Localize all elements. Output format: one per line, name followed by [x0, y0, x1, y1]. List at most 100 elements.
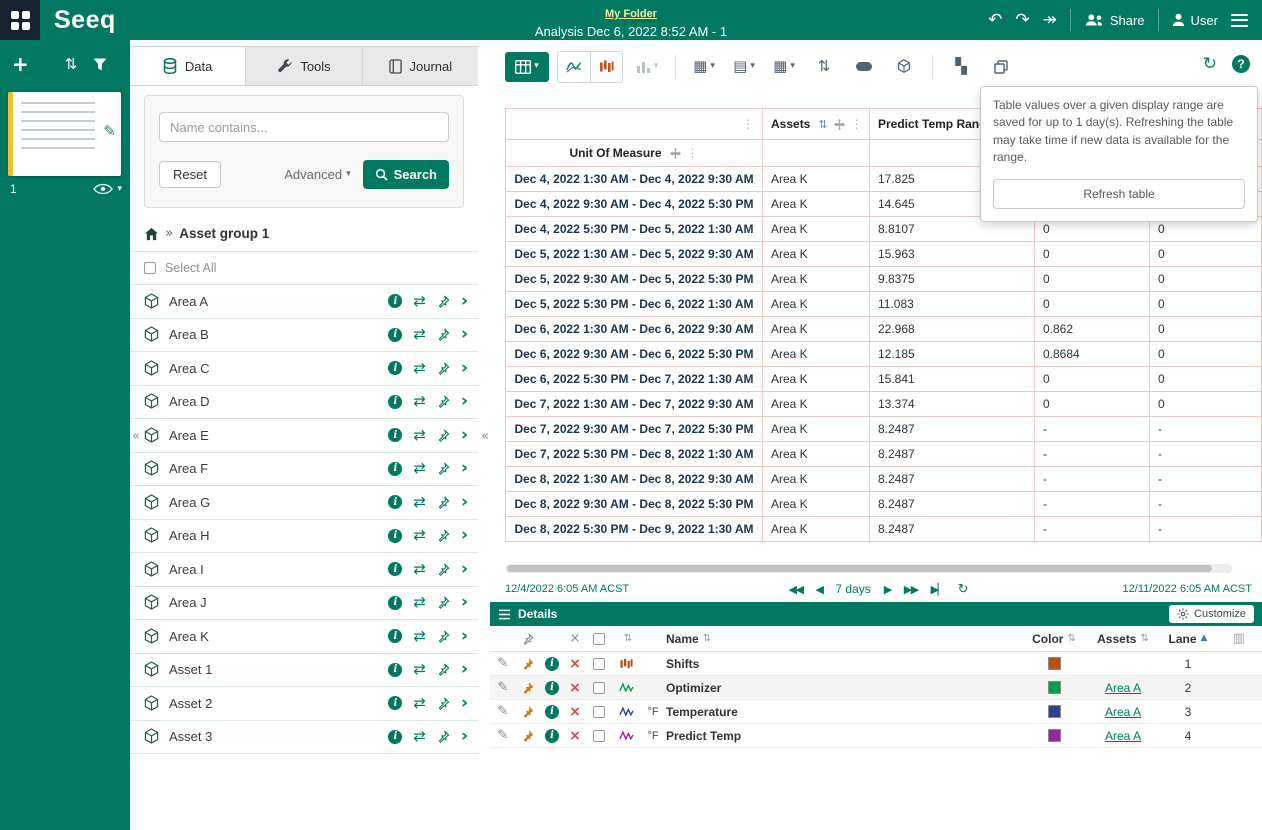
- item-info-icon[interactable]: i: [388, 395, 402, 409]
- range-end-link[interactable]: 12/11/2022 6:05 AM ACST: [1123, 583, 1252, 595]
- color-swatch[interactable]: [1048, 705, 1061, 718]
- column-menu-icon[interactable]: ⋮: [687, 147, 699, 159]
- row-checkbox[interactable]: [593, 706, 605, 718]
- tab-data[interactable]: Data: [130, 47, 246, 85]
- item-info-icon[interactable]: i: [388, 663, 402, 677]
- app-switcher-button[interactable]: [0, 0, 40, 40]
- expand-chevron-icon[interactable]: ›: [461, 695, 468, 712]
- remove-item-icon[interactable]: ×: [569, 657, 581, 671]
- asset-list-item[interactable]: Area B i ⇄ ›: [130, 319, 478, 353]
- header-assets-column[interactable]: Assets ⇅ ⋮: [763, 109, 870, 140]
- search-button[interactable]: Search: [363, 160, 449, 189]
- pin-icon[interactable]: [522, 730, 534, 742]
- duration-label[interactable]: 7 days: [835, 582, 870, 596]
- pin-icon[interactable]: [437, 328, 450, 341]
- item-info-icon[interactable]: i: [388, 629, 402, 643]
- swap-asset-icon[interactable]: ⇄: [413, 595, 426, 610]
- column-menu-icon[interactable]: ⋮: [742, 118, 754, 130]
- swap-asset-icon[interactable]: ⇄: [413, 729, 426, 744]
- swap-asset-icon[interactable]: ⇄: [413, 428, 426, 443]
- swap-asset-icon[interactable]: ⇄: [413, 294, 426, 309]
- asset-list-item[interactable]: Area I i ⇄ ›: [130, 553, 478, 587]
- help-icon[interactable]: ?: [1232, 55, 1250, 73]
- advanced-toggle[interactable]: Advanced ▾: [284, 167, 350, 182]
- pin-icon[interactable]: [437, 295, 450, 308]
- details-row[interactable]: ✎ i ×: [490, 724, 1262, 748]
- pin-icon[interactable]: [437, 563, 450, 576]
- new-worksheet-button[interactable]: +: [12, 54, 29, 74]
- expand-chevron-icon[interactable]: ›: [461, 594, 468, 611]
- table-row[interactable]: Dec 7, 2022 5:30 PM - Dec 8, 2022 1:30 A…: [506, 442, 1262, 467]
- table-row[interactable]: Dec 7, 2022 1:30 AM - Dec 7, 2022 9:30 A…: [506, 392, 1262, 417]
- filter-worksheets-button[interactable]: [93, 58, 107, 71]
- item-info-icon[interactable]: i: [388, 596, 402, 610]
- table-row[interactable]: Dec 8, 2022 5:30 PM - Dec 9, 2022 1:30 A…: [506, 517, 1262, 542]
- expand-chevron-icon[interactable]: ›: [461, 393, 468, 410]
- table-row[interactable]: Dec 7, 2022 9:30 AM - Dec 7, 2022 5:30 P…: [506, 417, 1262, 442]
- item-info-icon[interactable]: i: [388, 696, 402, 710]
- collapse-panel-left-handle[interactable]: «: [132, 430, 140, 443]
- move-column-icon[interactable]: [670, 148, 681, 159]
- item-info-icon[interactable]: i: [388, 428, 402, 442]
- tab-journal[interactable]: Journal: [363, 47, 478, 85]
- horizontal-scrollbar[interactable]: [505, 564, 1232, 573]
- hamburger-menu-button[interactable]: [1231, 10, 1248, 30]
- swap-asset-icon[interactable]: ⇄: [413, 528, 426, 543]
- column-menu-icon[interactable]: ⋮: [851, 118, 863, 130]
- asset-list-item[interactable]: Area F i ⇄ ›: [130, 453, 478, 487]
- assets-column-header[interactable]: Assets ⇅: [1086, 632, 1160, 646]
- capsule-time-button[interactable]: [590, 52, 622, 82]
- pin-icon[interactable]: [437, 730, 450, 743]
- edit-worksheet-icon[interactable]: ✎: [103, 124, 116, 139]
- move-column-icon[interactable]: [834, 119, 845, 130]
- swap-asset-icon[interactable]: ⇄: [413, 562, 426, 577]
- color-swatch[interactable]: [1048, 729, 1061, 742]
- item-info-icon[interactable]: i: [388, 730, 402, 744]
- asset-link[interactable]: Area A: [1105, 681, 1141, 695]
- asset-list-item[interactable]: Area H i ⇄ ›: [130, 520, 478, 554]
- expand-chevron-icon[interactable]: ›: [461, 494, 468, 511]
- swap-asset-icon[interactable]: ⇄: [413, 461, 426, 476]
- header-checkbox[interactable]: [593, 633, 605, 645]
- item-info-icon[interactable]: i: [388, 495, 402, 509]
- worksheet-thumbnail[interactable]: ✎: [8, 92, 121, 176]
- step-forward-full-icon[interactable]: ▶▶: [904, 584, 918, 595]
- columns-column-header[interactable]: ▥: [1216, 632, 1262, 645]
- swap-asset-icon[interactable]: ⇄: [413, 495, 426, 510]
- remove-item-icon[interactable]: ×: [569, 681, 581, 695]
- item-name[interactable]: Predict Temp: [666, 729, 1022, 743]
- expand-chevron-icon[interactable]: ›: [461, 728, 468, 745]
- item-info-icon[interactable]: i: [545, 729, 559, 743]
- asset-list-item[interactable]: Area D i ⇄ ›: [130, 386, 478, 420]
- swap-asset-icon[interactable]: ⇄: [413, 361, 426, 376]
- asset-list-item[interactable]: Area E i ⇄ ›: [130, 419, 478, 453]
- color-column-header[interactable]: Color ⇅: [1022, 632, 1086, 646]
- item-info-icon[interactable]: i: [388, 361, 402, 375]
- details-row[interactable]: ✎ i ×: [490, 700, 1262, 724]
- pin-icon[interactable]: [437, 395, 450, 408]
- capsule-summary-button[interactable]: [848, 52, 880, 82]
- scrollbar-thumb[interactable]: [507, 565, 1212, 572]
- selectall-column-header[interactable]: [586, 633, 612, 645]
- item-info-icon[interactable]: i: [545, 705, 559, 719]
- pin-icon[interactable]: [522, 706, 534, 718]
- pin-icon[interactable]: [437, 663, 450, 676]
- step-forward-half-icon[interactable]: ▶: [884, 584, 891, 595]
- item-info-icon[interactable]: i: [388, 294, 402, 308]
- customize-button[interactable]: Customize: [1169, 605, 1254, 623]
- swap-asset-icon[interactable]: ⇄: [413, 662, 426, 677]
- item-info-icon[interactable]: i: [388, 562, 402, 576]
- table-options-button[interactable]: ▦ ▾: [768, 52, 800, 82]
- tab-tools[interactable]: Tools: [246, 47, 362, 85]
- item-info-icon[interactable]: i: [545, 657, 559, 671]
- details-row[interactable]: ✎ i ×: [490, 652, 1262, 676]
- simple-table-button[interactable]: ▤ ▾: [728, 52, 760, 82]
- remove-column-header[interactable]: ×: [564, 632, 586, 645]
- view-only-link-button[interactable]: ▾: [93, 183, 122, 195]
- item-name[interactable]: Optimizer: [666, 681, 1022, 695]
- asset-list-item[interactable]: Area C i ⇄ ›: [130, 352, 478, 386]
- collapse-panel-right-handle[interactable]: «: [481, 430, 489, 443]
- pin-icon[interactable]: [437, 529, 450, 542]
- expand-chevron-icon[interactable]: ›: [461, 628, 468, 645]
- undo-button[interactable]: ↶: [988, 12, 1002, 29]
